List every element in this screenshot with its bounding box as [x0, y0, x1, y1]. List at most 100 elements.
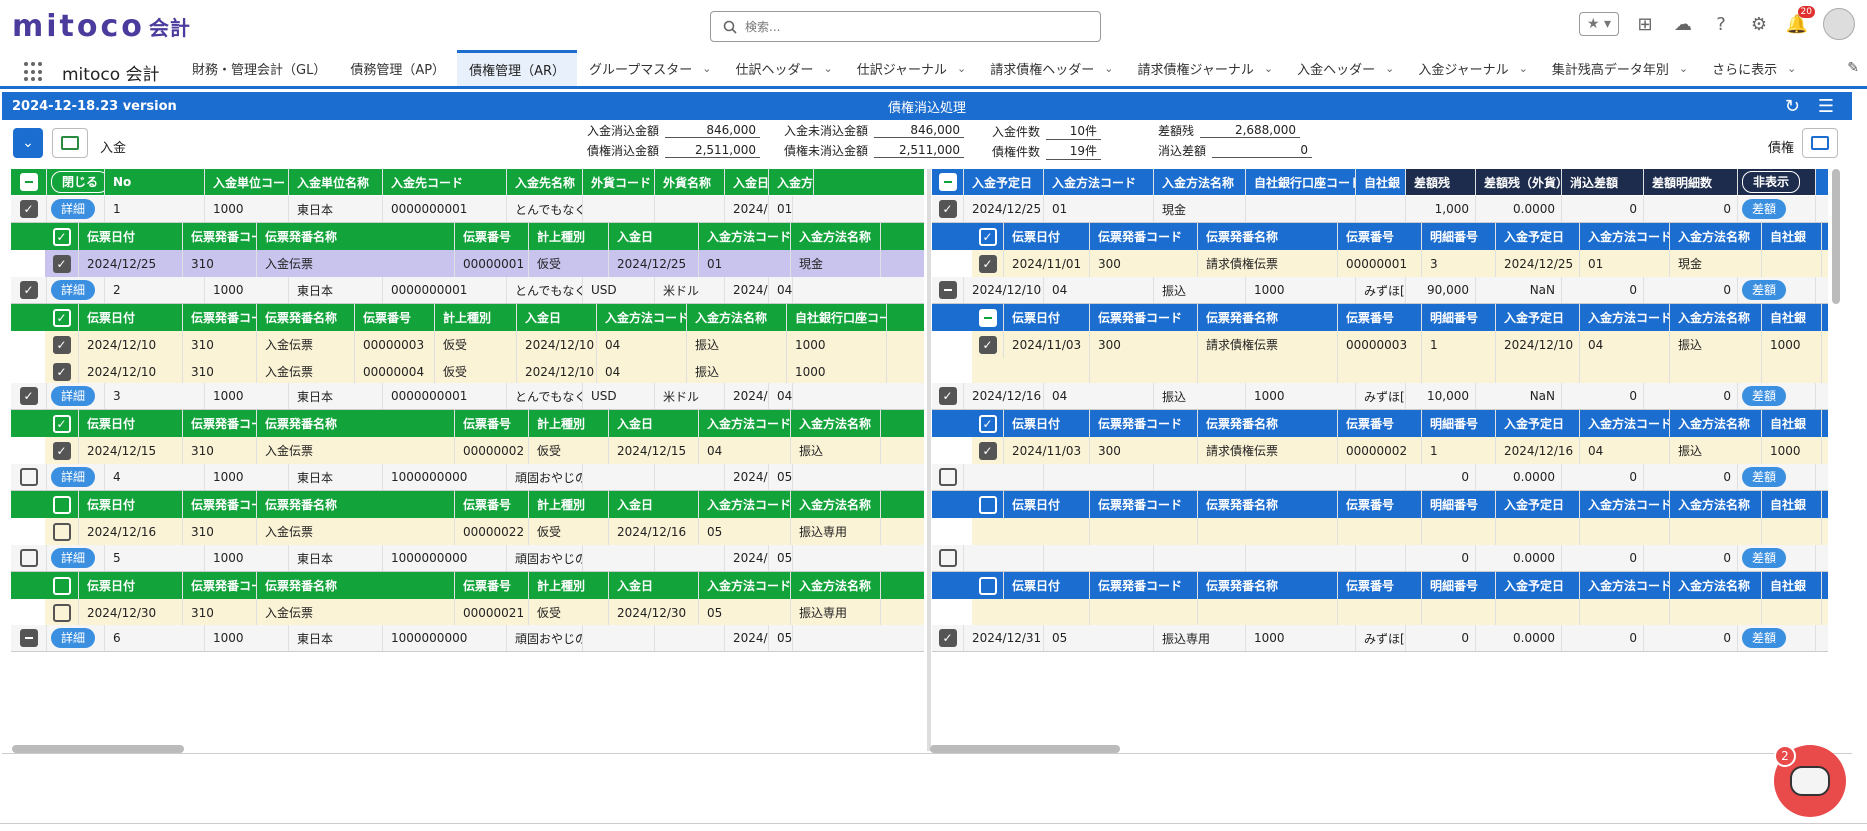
nav-tab-8[interactable]: 入金ヘッダー ⌄	[1285, 50, 1406, 86]
column-header[interactable]: 差額明細数	[1644, 169, 1738, 195]
assistant-robot-button[interactable]: 2	[1774, 745, 1846, 817]
column-header[interactable]: 差額残	[1406, 169, 1476, 195]
column-header[interactable]: 消込差額	[1562, 169, 1644, 195]
column-header[interactable]: 入金単位コード	[205, 169, 289, 195]
sub-select-all-checkbox[interactable]	[972, 410, 1004, 437]
row-checkbox[interactable]	[938, 549, 957, 567]
checkbox-cell[interactable]	[972, 250, 1004, 277]
row-checkbox[interactable]	[938, 629, 957, 647]
checkbox-cell[interactable]	[45, 331, 79, 358]
payment-table-settings-button[interactable]	[52, 128, 88, 158]
row-checkbox[interactable]	[52, 522, 71, 541]
list-menu-icon[interactable]: ☰	[1818, 96, 1834, 117]
sub-select-all-checkbox[interactable]	[45, 223, 79, 250]
row-checkbox[interactable]	[52, 254, 71, 273]
column-header[interactable]: 入金方	[769, 169, 815, 195]
chevron-down-icon[interactable]: ⌄	[957, 62, 966, 75]
row-checkbox[interactable]	[52, 227, 71, 246]
row-checkbox[interactable]	[938, 200, 957, 218]
detail-button[interactable]: 詳細	[51, 199, 96, 219]
column-header[interactable]: 入金日	[725, 169, 769, 195]
row-checkbox[interactable]	[978, 254, 997, 273]
checkbox-cell[interactable]	[11, 545, 47, 571]
row-checkbox[interactable]	[978, 308, 997, 327]
checkbox-cell[interactable]	[11, 277, 47, 303]
row-checkbox[interactable]	[978, 335, 997, 354]
checkbox-cell[interactable]	[45, 358, 79, 385]
row-checkbox[interactable]	[938, 173, 957, 191]
checkbox-cell[interactable]	[932, 196, 964, 222]
row-checkbox[interactable]	[52, 414, 71, 433]
hide-button[interactable]: 非表示	[1742, 171, 1801, 193]
column-header[interactable]: 入金単位名称	[289, 169, 383, 195]
column-header[interactable]: 入金方法名称	[1154, 169, 1246, 195]
sub-select-all-checkbox[interactable]	[45, 304, 79, 331]
receivable-grid-vscrollbar[interactable]	[1832, 169, 1840, 304]
row-checkbox[interactable]	[978, 441, 997, 460]
row-checkbox[interactable]	[19, 549, 38, 567]
row-checkbox[interactable]	[52, 308, 71, 327]
diff-button[interactable]: 差額	[1742, 628, 1787, 648]
nav-tab-1[interactable]: 債務管理（AP）	[338, 50, 457, 86]
sub-select-all-checkbox[interactable]	[45, 491, 79, 518]
detail-button[interactable]: 詳細	[51, 467, 96, 487]
row-checkbox[interactable]	[19, 200, 38, 218]
sub-select-all-checkbox[interactable]	[45, 572, 79, 599]
checkbox-cell[interactable]	[45, 518, 79, 545]
diff-button[interactable]: 差額	[1742, 280, 1787, 300]
detail-button[interactable]: 詳細	[51, 628, 96, 648]
nav-tab-10[interactable]: 集計残高データ年別 ⌄	[1540, 50, 1700, 86]
checkbox-cell[interactable]	[932, 383, 964, 409]
detail-button[interactable]: 詳細	[51, 548, 96, 568]
detail-button[interactable]: 詳細	[51, 386, 96, 406]
column-header[interactable]: 外貨名称	[655, 169, 725, 195]
diff-button[interactable]: 差額	[1742, 386, 1787, 406]
row-checkbox[interactable]	[52, 335, 71, 354]
row-checkbox[interactable]	[52, 441, 71, 460]
chevron-down-icon[interactable]: ⌄	[1679, 62, 1688, 75]
row-checkbox[interactable]	[938, 387, 957, 405]
column-header[interactable]: 入金方法コード	[1044, 169, 1154, 195]
row-checkbox[interactable]	[19, 281, 38, 299]
row-checkbox[interactable]	[52, 362, 71, 381]
chevron-down-icon[interactable]: ⌄	[1385, 62, 1394, 75]
column-header[interactable]: 差額残（外貨）	[1476, 169, 1562, 195]
checkbox-cell[interactable]	[45, 250, 79, 277]
column-header[interactable]: 自社銀	[1356, 169, 1406, 195]
select-all-checkbox[interactable]	[11, 169, 47, 195]
checkbox-cell[interactable]	[11, 196, 47, 222]
row-checkbox[interactable]	[19, 468, 38, 486]
user-avatar[interactable]	[1823, 8, 1855, 40]
payment-grid-hscrollbar[interactable]	[12, 745, 184, 753]
column-header[interactable]: 外貨コード	[583, 169, 655, 195]
nav-tab-5[interactable]: 仕訳ジャーナル ⌄	[845, 50, 979, 86]
nav-tab-2[interactable]: 債権管理（AR）	[457, 50, 577, 86]
checkbox-cell[interactable]	[11, 464, 47, 490]
checkbox-cell[interactable]	[932, 464, 964, 490]
checkbox-cell[interactable]	[972, 331, 1004, 358]
column-header[interactable]: No	[105, 169, 205, 195]
row-checkbox[interactable]	[978, 227, 997, 246]
chevron-down-icon[interactable]: ⌄	[1264, 62, 1273, 75]
detail-button[interactable]: 詳細	[51, 280, 96, 300]
row-checkbox[interactable]	[978, 576, 997, 595]
receivable-grid-hscrollbar[interactable]	[930, 745, 1120, 753]
nav-tab-11[interactable]: さらに表示 ⌄	[1700, 50, 1808, 86]
diff-button[interactable]: 差額	[1742, 199, 1787, 219]
nav-tab-4[interactable]: 仕訳ヘッダー ⌄	[723, 50, 844, 86]
row-checkbox[interactable]	[19, 173, 38, 191]
nav-tab-0[interactable]: 財務・管理会計（GL）	[180, 50, 338, 86]
nav-tab-6[interactable]: 請求債権ヘッダー ⌄	[978, 50, 1125, 86]
checkbox-cell[interactable]	[932, 625, 964, 651]
row-checkbox[interactable]	[938, 468, 957, 486]
nav-tab-3[interactable]: グループマスター ⌄	[577, 50, 723, 86]
filter-toggle-button[interactable]: ⌄	[13, 128, 43, 158]
row-checkbox[interactable]	[52, 603, 71, 622]
refresh-icon[interactable]: ↻	[1785, 96, 1800, 117]
sub-select-all-checkbox[interactable]	[972, 491, 1004, 518]
row-checkbox[interactable]	[52, 495, 71, 514]
row-checkbox[interactable]	[52, 576, 71, 595]
cloud-setup-icon[interactable]: ☁	[1671, 12, 1695, 36]
row-checkbox[interactable]	[19, 629, 38, 647]
column-header[interactable]: 入金先名称	[507, 169, 583, 195]
